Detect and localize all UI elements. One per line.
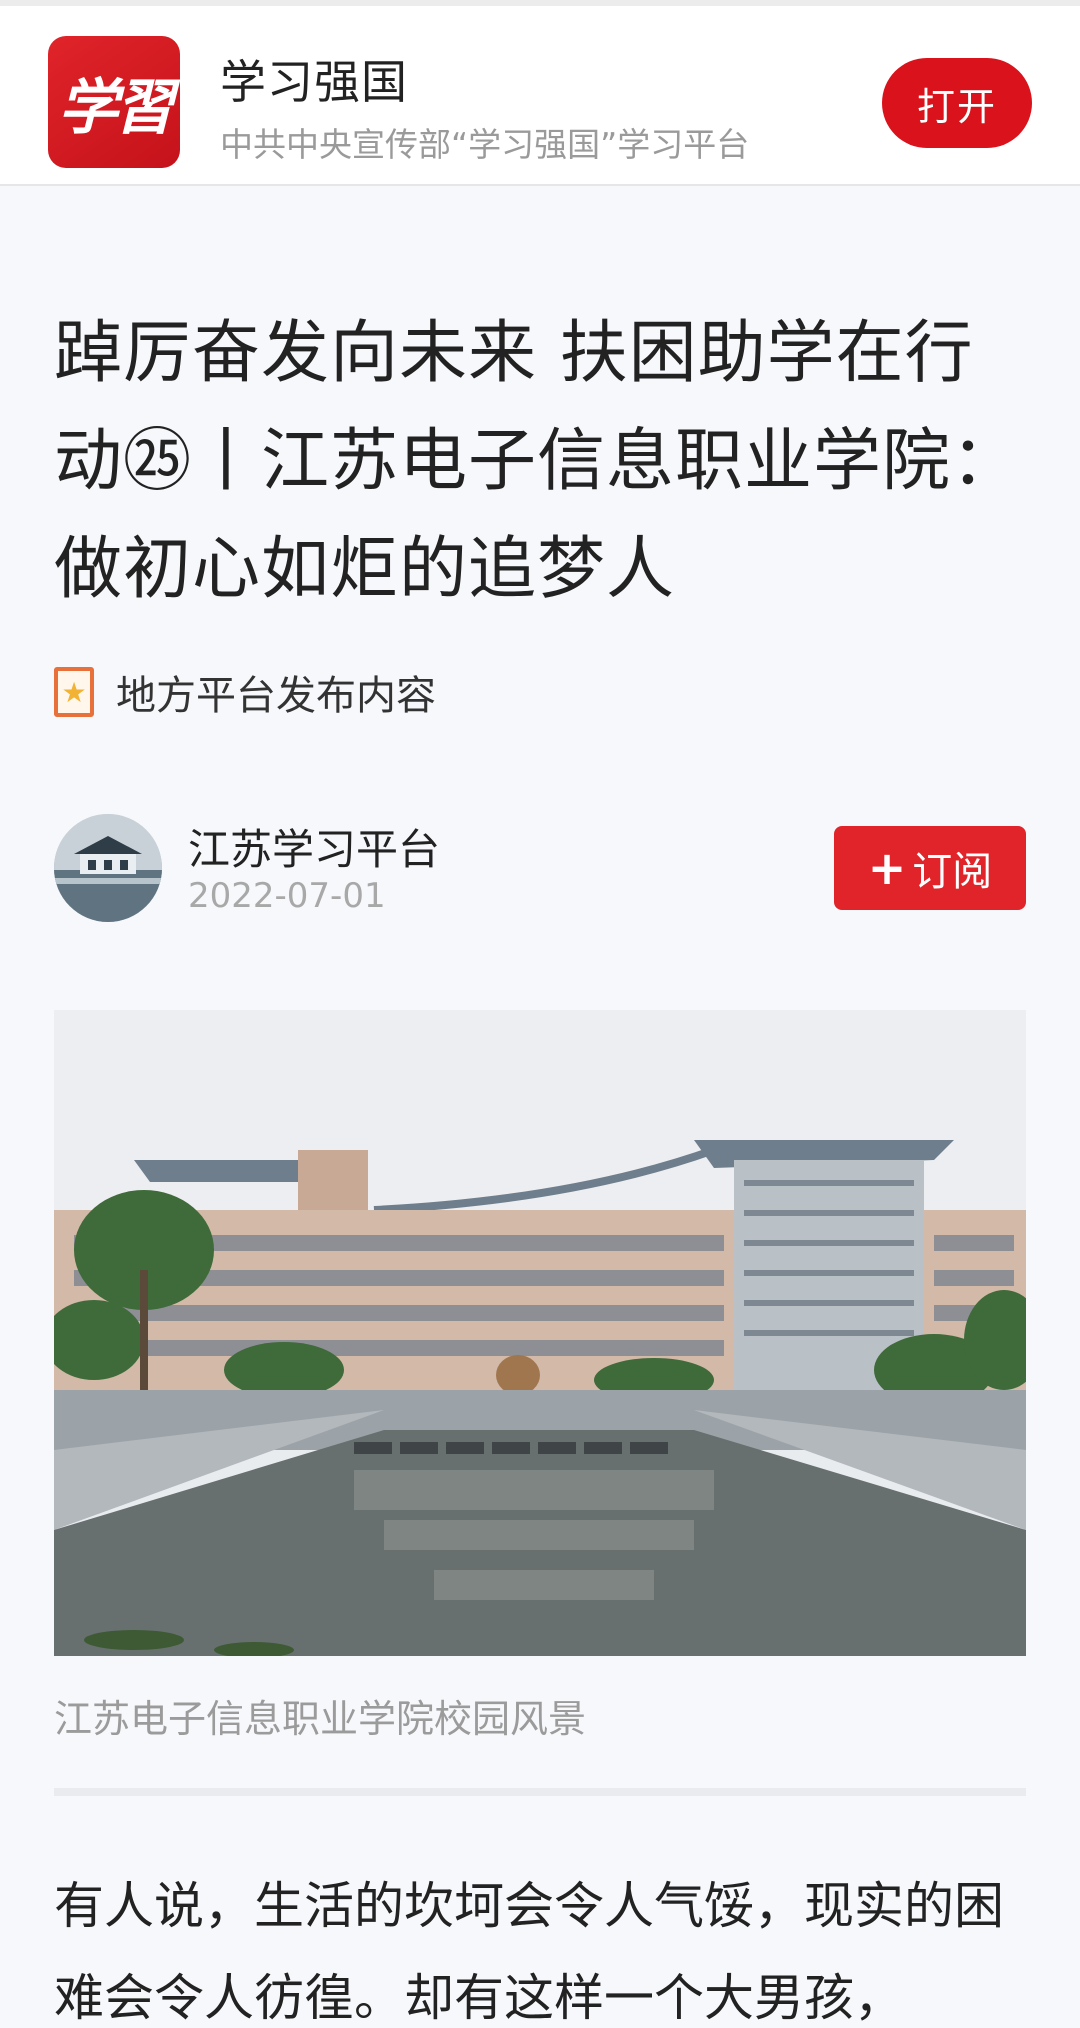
open-app-button[interactable]: 打开 [882,58,1032,148]
app-description: 中共中央宣传部“学习强国”学习平台 [220,125,750,164]
photo-caption: 江苏电子信息职业学院校园风景 [54,1697,587,1741]
subscribe-button[interactable]: + 订阅 [834,826,1026,910]
article-body: 有人说，生活的坎坷会令人气馁，现实的困难会令人彷徨。却有这样一个大男孩， [54,1877,1004,2027]
app-name: 学习强国 [220,55,408,109]
divider [54,1788,1026,1796]
app-download-banner[interactable]: 学習 学习强国 中共中央宣传部“学习强国”学习平台 打开 [0,0,1080,186]
campus-photo[interactable] [54,1010,1026,1656]
plus-icon: + [867,841,907,895]
source-tag: ★ 地方平台发布内容 [54,664,436,720]
campus-photo-illustration [54,1010,1026,1656]
source-tag-label: 地方平台发布内容 [116,673,436,719]
bookmark-star-icon: ★ [54,667,94,717]
author-name[interactable]: 江苏学习平台 [188,816,440,877]
article-page: 学習 学习强国 中共中央宣传部“学习强国”学习平台 打开 踔厉奋发向未来 扶困助… [0,0,1080,2028]
publish-date: 2022-07-01 [188,876,386,916]
subscribe-label: 订阅 [912,849,993,895]
app-logo: 学習 [48,36,180,168]
article-title: 踔厉奋发向未来 扶困助学在行动㉕丨江苏电子信息职业学院：做初心如炬的追梦人 [54,314,1021,609]
author-avatar[interactable] [54,814,162,922]
